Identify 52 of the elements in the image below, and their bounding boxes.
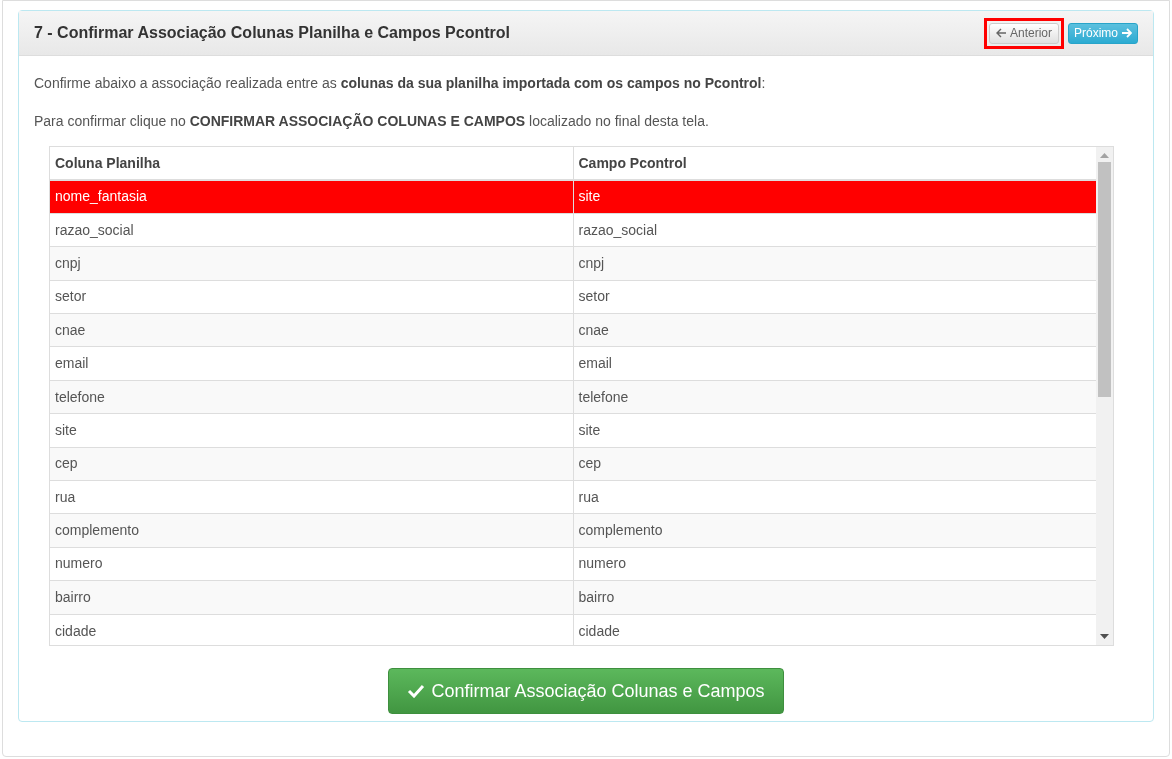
table-cell: rua — [573, 480, 1096, 514]
table-cell: site — [50, 413, 573, 448]
table-cell: setor — [573, 280, 1096, 314]
table-cell: cnpj — [50, 246, 573, 281]
table-cell: cnpj — [573, 246, 1096, 281]
table-cell: cep — [50, 447, 573, 481]
arrow-left-icon — [995, 28, 1007, 38]
instruction-text: Para confirmar clique no CONFIRMAR ASSOCIAÇÃO COLUNAS E CAMPOS localizado no final desta tela. — [34, 112, 710, 131]
table-row[interactable]: cnae cnae — [50, 313, 1096, 347]
table-row[interactable]: bairro bairro — [50, 580, 1096, 615]
table-cell: numero — [573, 547, 1096, 581]
table-row[interactable]: cidade cidade — [50, 614, 1096, 645]
table-cell: rua — [50, 480, 573, 514]
table-row[interactable]: rua rua — [50, 480, 1096, 514]
table-cell: nome_fantasia — [50, 180, 573, 214]
table-cell: cnae — [573, 313, 1096, 347]
table-row[interactable]: setor setor — [50, 280, 1096, 314]
table-cell: complemento — [573, 513, 1096, 548]
table-cell: complemento — [50, 513, 573, 548]
table-row[interactable]: numero numero — [50, 547, 1096, 581]
table-cell: bairro — [573, 580, 1096, 615]
table-cell: razao_social — [573, 213, 1096, 247]
scroll-down-icon[interactable] — [1100, 634, 1109, 639]
table-row[interactable]: nome_fantasia site — [50, 180, 1096, 214]
table-cell: email — [573, 346, 1096, 381]
previous-button[interactable]: Anterior — [988, 22, 1059, 44]
table-cell: bairro — [50, 580, 573, 615]
scroll-up-icon[interactable] — [1100, 153, 1109, 158]
table-cell: telefone — [573, 380, 1096, 414]
table-cell: cep — [573, 447, 1096, 481]
table-cell: razao_social — [50, 213, 573, 247]
table-cell: numero — [50, 547, 573, 581]
table-cell: cnae — [50, 313, 573, 347]
table-cell: telefone — [50, 380, 573, 414]
table-cell: cidade — [50, 614, 573, 645]
table-cell: email — [50, 346, 573, 381]
scroll-thumb[interactable] — [1098, 162, 1111, 397]
table-row[interactable]: email email — [50, 346, 1096, 381]
arrow-right-icon — [1121, 28, 1132, 38]
scrollbar[interactable] — [1096, 147, 1113, 645]
table-row[interactable]: razao_social razao_social — [50, 213, 1096, 247]
panel-title: 7 - Confirmar Associação Colunas Planilha e Campos Pcontrol — [34, 23, 510, 43]
table-cell: cidade — [573, 614, 1096, 645]
table-cell: setor — [50, 280, 573, 314]
table-row[interactable]: complemento complemento — [50, 513, 1096, 548]
table-cell: site — [573, 413, 1096, 448]
table-row[interactable]: telefone telefone — [50, 380, 1096, 414]
table-row[interactable]: cep cep — [50, 447, 1096, 481]
instruction-text: Confirme abaixo a associação realizada entre as colunas da sua planilha importada com os campos no Pcontrol: — [34, 74, 767, 93]
checkmark-icon — [407, 684, 426, 698]
table-row[interactable]: cnpj cnpj — [50, 246, 1096, 281]
table-row[interactable]: site site — [50, 413, 1096, 448]
